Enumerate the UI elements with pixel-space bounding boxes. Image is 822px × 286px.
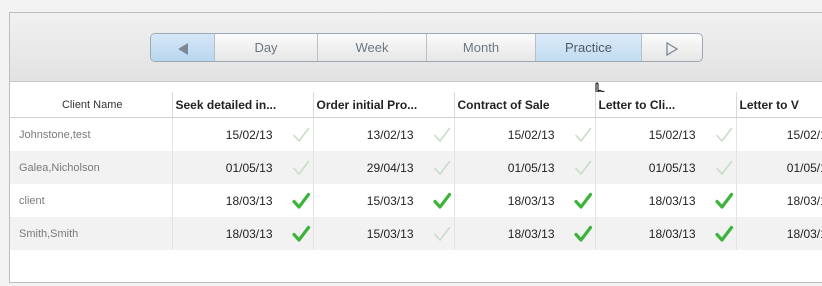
checkmark-pending-icon[interactable] — [432, 158, 452, 178]
task-cell[interactable]: 18/03/13 — [454, 217, 596, 250]
task-cell[interactable]: 18/03/13 — [595, 184, 737, 217]
task-cell[interactable]: 15/03/13 — [313, 217, 455, 250]
checkmark-pending-icon[interactable] — [714, 125, 734, 145]
due-date: 29/04/13 — [366, 160, 414, 175]
due-date: 15/03/13 — [366, 193, 414, 208]
checkmark-pending-icon[interactable] — [291, 158, 311, 178]
due-date: 18/03/13 — [786, 226, 822, 241]
due-date: 18/03/13 — [225, 226, 273, 241]
checkmark-pending-icon[interactable] — [573, 125, 593, 145]
due-date: 15/02/13 — [648, 127, 696, 142]
table-row[interactable]: client 18/03/13 15/03/13 18/03/13 18/03/13 18… — [10, 184, 822, 217]
task-cell[interactable]: 18/03/13 — [454, 184, 596, 217]
due-date: 18/03/13 — [648, 226, 696, 241]
due-date: 18/03/13 — [225, 193, 273, 208]
checkmark-pending-icon[interactable] — [291, 125, 311, 145]
tab-day[interactable]: Day — [215, 34, 318, 61]
practice-table: Client Name Seek detailed in... Order in… — [10, 92, 822, 250]
right-triangle-icon — [666, 41, 679, 56]
task-cell[interactable]: 15/02/13 — [172, 117, 314, 151]
task-cell[interactable]: 29/04/13 — [313, 151, 455, 184]
checkmark-done-icon[interactable] — [573, 224, 593, 244]
due-date: 18/03/13 — [648, 193, 696, 208]
task-cell[interactable]: 15/02/13 — [595, 117, 737, 151]
checkmark-pending-icon[interactable] — [714, 158, 734, 178]
task-cell[interactable]: 01/05/13 — [172, 151, 314, 184]
checkmark-done-icon[interactable] — [714, 224, 734, 244]
due-date: 13/02/13 — [366, 127, 414, 142]
tab-practice[interactable]: Practice — [536, 34, 642, 61]
task-cell[interactable]: 18/03/13 — [595, 217, 737, 250]
due-date: 18/03/13 — [507, 193, 555, 208]
checkmark-done-icon[interactable] — [714, 191, 734, 211]
due-date: 01/05/13 — [786, 160, 822, 175]
checkmark-done-icon[interactable] — [432, 191, 452, 211]
view-switcher: Day Week Month Practice — [150, 33, 703, 62]
due-date: 15/02/13 — [507, 127, 555, 142]
task-cell[interactable]: 01/05/13 — [736, 151, 822, 184]
client-name-cell[interactable]: Johnstone,test — [10, 117, 173, 151]
left-triangle-icon — [177, 42, 188, 55]
client-name-cell[interactable]: Smith,Smith — [10, 217, 173, 250]
column-header-client-name[interactable]: Client Name — [10, 92, 173, 118]
table-row[interactable]: Johnstone,test 15/02/13 13/02/13 15/02/13 15… — [10, 117, 822, 151]
due-date: 18/03/13 — [786, 193, 822, 208]
checkmark-pending-icon[interactable] — [432, 125, 452, 145]
view-toolbar: Day Week Month Practice — [10, 13, 822, 107]
due-date: 01/05/13 — [507, 160, 555, 175]
tab-week[interactable]: Week — [318, 34, 427, 61]
checkmark-done-icon[interactable] — [291, 191, 311, 211]
checkmark-pending-icon[interactable] — [432, 224, 452, 244]
column-header[interactable]: Contract of Sale — [454, 92, 596, 118]
table-header-row: Client Name Seek detailed in... Order in… — [10, 92, 822, 118]
task-cell[interactable]: 01/05/13 — [595, 151, 737, 184]
table-row[interactable]: Smith,Smith 18/03/13 15/03/13 18/03/13 18/03… — [10, 217, 822, 250]
task-cell[interactable]: 15/02/13 — [736, 117, 822, 151]
table-row[interactable]: Galea,Nicholson 01/05/13 29/04/13 01/05/13 0… — [10, 151, 822, 184]
task-cell[interactable]: 15/03/13 — [313, 184, 455, 217]
tab-month[interactable]: Month — [427, 34, 536, 61]
task-cell[interactable]: 15/02/13 — [454, 117, 596, 151]
task-cell[interactable]: 18/03/13 — [736, 184, 822, 217]
column-header[interactable]: Letter to V — [736, 92, 822, 118]
task-cell[interactable]: 18/03/13 — [172, 217, 314, 250]
due-date: 15/03/13 — [366, 226, 414, 241]
due-date: 18/03/13 — [507, 226, 555, 241]
client-name-cell[interactable]: Galea,Nicholson — [10, 151, 173, 184]
task-cell[interactable]: 13/02/13 — [313, 117, 455, 151]
due-date: 01/05/13 — [648, 160, 696, 175]
calendar-grid-panel: Day Week Month Practice Client Name Seek… — [9, 12, 822, 283]
next-button[interactable] — [642, 34, 702, 61]
due-date: 15/02/13 — [225, 127, 273, 142]
checkmark-done-icon[interactable] — [291, 224, 311, 244]
checkmark-pending-icon[interactable] — [573, 158, 593, 178]
column-header[interactable]: Order initial Pro... — [313, 92, 455, 118]
client-name-cell[interactable]: client — [10, 184, 173, 217]
due-date: 01/05/13 — [225, 160, 273, 175]
previous-button[interactable] — [151, 34, 215, 61]
due-date: 15/02/13 — [786, 127, 822, 142]
task-cell[interactable]: 18/03/13 — [736, 217, 822, 250]
column-header[interactable]: Letter to Cli... — [595, 92, 737, 118]
checkmark-done-icon[interactable] — [573, 191, 593, 211]
task-cell[interactable]: 01/05/13 — [454, 151, 596, 184]
task-cell[interactable]: 18/03/13 — [172, 184, 314, 217]
column-header[interactable]: Seek detailed in... — [172, 92, 314, 118]
